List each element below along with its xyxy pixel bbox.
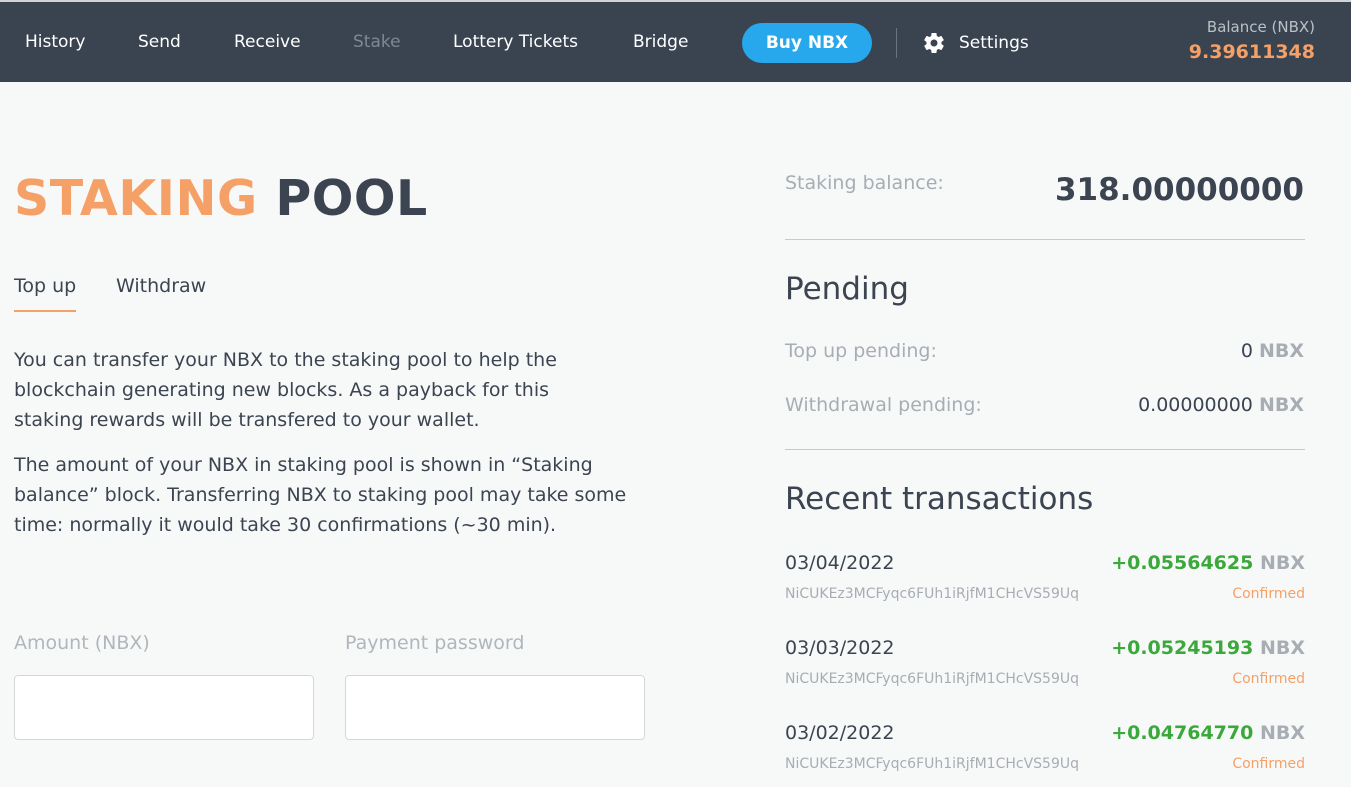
transaction-amount-value: +0.05564625 (1111, 552, 1254, 574)
recent-transactions-title: Recent transactions (785, 481, 1094, 517)
transaction-amount-unit: NBX (1259, 552, 1305, 574)
divider (785, 449, 1305, 450)
transaction-status: Confirmed (1232, 756, 1305, 772)
withdrawal-pending-value: 0.00000000 NBX (1138, 394, 1304, 416)
transaction-amount-value: +0.05245193 (1111, 637, 1254, 659)
page-title-part2: POOL (275, 170, 428, 227)
transaction-row[interactable]: 03/03/2022 +0.05245193 NBX NiCUKEz3MCFyq… (785, 637, 1305, 697)
withdrawal-pending-amount: 0.00000000 (1138, 394, 1253, 416)
transaction-row[interactable]: 03/04/2022 +0.05564625 NBX NiCUKEz3MCFyq… (785, 552, 1305, 612)
page-title-part1: STAKING (14, 170, 258, 227)
transaction-amount: +0.05564625 NBX (1111, 552, 1305, 574)
nav-receive[interactable]: Receive (234, 32, 301, 52)
description-paragraph-1: You can transfer your NBX to the staking… (14, 349, 557, 431)
transaction-address: NiCUKEz3MCFyqc6FUh1iRjfM1CHcVS59Uq (785, 586, 1079, 602)
nav-history[interactable]: History (25, 32, 85, 52)
transaction-address: NiCUKEz3MCFyqc6FUh1iRjfM1CHcVS59Uq (785, 756, 1079, 772)
transaction-status: Confirmed (1232, 586, 1305, 602)
nav-stake[interactable]: Stake (353, 32, 401, 52)
transaction-date: 03/02/2022 (785, 722, 895, 744)
nav-bridge[interactable]: Bridge (633, 32, 688, 52)
tab-top-up[interactable]: Top up (14, 275, 77, 312)
staking-balance-value: 318.00000000 (1054, 172, 1304, 208)
transaction-date: 03/03/2022 (785, 637, 895, 659)
transaction-status: Confirmed (1232, 671, 1305, 687)
withdrawal-pending-label: Withdrawal pending: (785, 394, 982, 416)
page-title: STAKING POOL (14, 170, 428, 227)
payment-password-input[interactable] (345, 675, 645, 740)
amount-input[interactable] (14, 675, 314, 740)
nav-divider (896, 28, 897, 58)
top-up-pending-unit: NBX (1258, 340, 1304, 362)
nav-send[interactable]: Send (138, 32, 181, 52)
transaction-amount: +0.05245193 NBX (1111, 637, 1305, 659)
settings-label: Settings (959, 33, 1029, 53)
transaction-amount-value: +0.04764770 (1111, 722, 1254, 744)
top-up-pending-value: 0 NBX (1241, 340, 1304, 362)
tab-withdraw[interactable]: Withdraw (116, 275, 206, 297)
divider (785, 239, 1305, 240)
transaction-row[interactable]: 03/02/2022 +0.04764770 NBX NiCUKEz3MCFyq… (785, 722, 1305, 782)
transaction-amount-unit: NBX (1259, 722, 1305, 744)
top-up-pending-amount: 0 (1240, 340, 1253, 362)
withdrawal-pending-unit: NBX (1258, 394, 1304, 416)
top-up-pending-label: Top up pending: (785, 340, 937, 362)
nav-lottery-tickets[interactable]: Lottery Tickets (453, 32, 578, 52)
transaction-amount-unit: NBX (1259, 637, 1305, 659)
transaction-amount: +0.04764770 NBX (1111, 722, 1305, 744)
pending-title: Pending (785, 271, 909, 307)
top-nav: History Send Receive Stake Lottery Ticke… (0, 0, 1351, 82)
transaction-date: 03/04/2022 (785, 552, 895, 574)
transaction-address: NiCUKEz3MCFyqc6FUh1iRjfM1CHcVS59Uq (785, 671, 1079, 687)
description-paragraph-2: The amount of your NBX in staking pool i… (14, 454, 627, 536)
gear-icon (924, 32, 944, 53)
settings-button[interactable]: Settings (922, 31, 1029, 55)
buy-nbx-button[interactable]: Buy NBX (742, 23, 872, 63)
balance-label: Balance (NBX) (1206, 18, 1315, 36)
staking-balance-label: Staking balance: (785, 172, 944, 194)
amount-label: Amount (NBX) (14, 632, 150, 654)
payment-password-label: Payment password (345, 632, 525, 654)
balance-value: 9.39611348 (1188, 41, 1315, 63)
